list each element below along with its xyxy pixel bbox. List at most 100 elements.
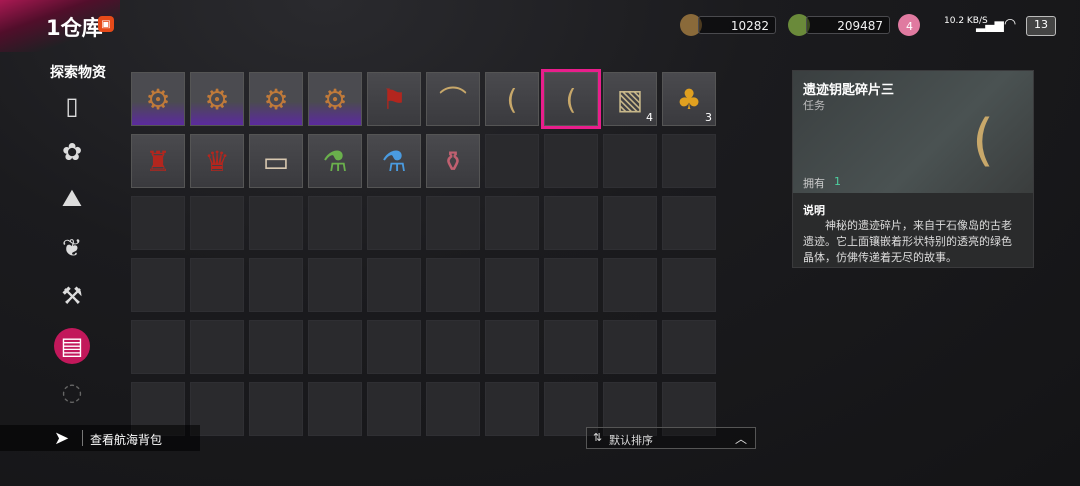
inventory-grid: ⚙ ⚙ ⚙ ⚙ ⚑ ⌒ ( ( ▧ 4 ♣ 3 ♜ ♛ ▭ ⚗ ⚗ ⚱ [131, 69, 721, 436]
empty-slot[interactable] [367, 196, 421, 250]
empty-slot[interactable] [367, 320, 421, 374]
empty-slot[interactable] [485, 382, 539, 436]
empty-slot[interactable] [426, 258, 480, 312]
gear-shield-item-icon: ⚙ [322, 82, 348, 116]
signal-icon: ▂▄▆ [976, 18, 1004, 32]
item-type: 任务 [803, 99, 825, 112]
paper-scrap-item[interactable]: ▭ [249, 134, 303, 188]
currency-frog-coin: 209487 [806, 16, 890, 34]
item-count: 4 [646, 111, 653, 124]
chevron-right-icon: ➤ [54, 428, 70, 449]
empty-slot[interactable] [131, 196, 185, 250]
relic-fragment-item[interactable]: ( [485, 72, 539, 126]
currency-chest: 10282 [698, 16, 776, 34]
relic-fragment-item-icon: ( [565, 82, 577, 116]
empty-slot[interactable] [190, 320, 244, 374]
green-potion-item-icon: ⚗ [322, 144, 348, 178]
empty-slot[interactable] [190, 258, 244, 312]
empty-slot[interactable] [131, 320, 185, 374]
empty-slot[interactable] [426, 196, 480, 250]
top-status-bar: 10282 209487 4 10.2 KB/S ▂▄▆ ◠ 13 [680, 12, 1062, 38]
empty-slot[interactable] [249, 320, 303, 374]
empty-slot[interactable] [131, 258, 185, 312]
sort-label: 默认排序 [609, 434, 653, 447]
red-cloth-item-icon: ♜ [145, 144, 171, 178]
shovel-icon[interactable]: ⚒ [54, 278, 90, 314]
relic-fragment-item[interactable]: ⌒ [426, 72, 480, 126]
flower-icon[interactable]: ✿ [54, 134, 90, 170]
description-label: 说明 [803, 204, 825, 217]
chevron-up-icon: ︿ [734, 432, 747, 446]
map-icon[interactable]: ▤ [54, 328, 90, 364]
description-text: 神秘的遗迹碎片，来自于石像岛的古老遗迹。它上面镶嵌着形状特别的透亮的绿色晶体，仿… [803, 219, 1012, 264]
empty-slot[interactable] [544, 320, 598, 374]
item-detail-panel: 遗迹钥匙碎片三 任务 ( 拥有 1 说明 神秘的遗迹碎片，来自于石像岛的古老遗迹… [792, 70, 1034, 268]
empty-slot[interactable] [485, 258, 539, 312]
empty-slot[interactable] [367, 382, 421, 436]
sort-icon: ⇅ [593, 431, 603, 444]
view-backpack-label: 查看航海背包 [90, 433, 163, 447]
empty-slot[interactable] [308, 196, 362, 250]
page-title: 1仓库 [46, 16, 103, 40]
item-name: 遗迹钥匙碎片三 [803, 83, 895, 98]
gear-shield-item[interactable]: ⚙ [190, 72, 244, 126]
divider [82, 430, 83, 446]
empty-slot[interactable] [662, 134, 716, 188]
empty-slot[interactable] [603, 134, 657, 188]
gear-shield-item[interactable]: ⚙ [131, 72, 185, 126]
gear-shield-item[interactable]: ⚙ [249, 72, 303, 126]
green-potion-item[interactable]: ⚗ [308, 134, 362, 188]
wifi-icon: ◠ [1004, 16, 1017, 32]
gear-shield-item-icon: ⚙ [145, 82, 171, 116]
empty-slot[interactable] [308, 258, 362, 312]
empty-slot[interactable] [190, 196, 244, 250]
empty-slot[interactable] [662, 320, 716, 374]
empty-slot[interactable] [367, 258, 421, 312]
relic-fragment-item[interactable]: ( [541, 69, 601, 129]
relic-fragment-item-icon: ⌒ [438, 84, 467, 117]
gear-shield-item-icon: ⚙ [263, 82, 289, 116]
frame-icon[interactable]: ▯ [54, 88, 90, 124]
empty-slot[interactable] [603, 258, 657, 312]
relic-fragment-item-icon: ( [506, 82, 518, 116]
plus-badge: 4 [906, 20, 913, 33]
scroll-more-icon[interactable]: ◌ [54, 374, 90, 410]
red-bottle-item-icon: ⚱ [441, 144, 465, 178]
gear-shield-item-icon: ⚙ [204, 82, 230, 116]
view-backpack-button[interactable]: ➤ 查看航海背包 [0, 425, 200, 451]
red-cloth-item[interactable]: ♛ [190, 134, 244, 188]
red-cloth-item-icon: ♛ [204, 144, 230, 178]
blue-potion-item-icon: ⚗ [381, 144, 407, 178]
red-cloth-item[interactable]: ♜ [131, 134, 185, 188]
empty-slot[interactable] [544, 258, 598, 312]
empty-slot[interactable] [485, 134, 539, 188]
empty-slot[interactable] [662, 196, 716, 250]
empty-slot[interactable] [544, 134, 598, 188]
empty-slot[interactable] [308, 320, 362, 374]
red-banner-item-icon: ⚑ [381, 82, 407, 116]
own-count: 1 [834, 175, 841, 188]
herb-icon[interactable]: ❦ [54, 230, 90, 266]
empty-slot[interactable] [426, 320, 480, 374]
pineapple-item[interactable]: ♣ 3 [662, 72, 716, 126]
empty-slot[interactable] [485, 320, 539, 374]
blue-potion-item[interactable]: ⚗ [367, 134, 421, 188]
red-banner-item[interactable]: ⚑ [367, 72, 421, 126]
empty-slot[interactable] [249, 258, 303, 312]
empty-slot[interactable] [603, 196, 657, 250]
empty-slot[interactable] [249, 196, 303, 250]
empty-slot[interactable] [485, 196, 539, 250]
battery-indicator: 13 [1026, 16, 1056, 36]
treasure-map-item[interactable]: ▧ 4 [603, 72, 657, 126]
gear-shield-item[interactable]: ⚙ [308, 72, 362, 126]
empty-slot[interactable] [426, 382, 480, 436]
empty-slot[interactable] [603, 320, 657, 374]
empty-slot[interactable] [308, 382, 362, 436]
empty-slot[interactable] [662, 258, 716, 312]
empty-slot[interactable] [544, 196, 598, 250]
empty-slot[interactable] [249, 382, 303, 436]
red-bottle-item[interactable]: ⚱ [426, 134, 480, 188]
sort-dropdown[interactable]: ⇅ 默认排序 ︿ [586, 427, 756, 449]
mountain-icon[interactable]: ⛰ [54, 180, 90, 216]
item-count: 3 [705, 111, 712, 124]
